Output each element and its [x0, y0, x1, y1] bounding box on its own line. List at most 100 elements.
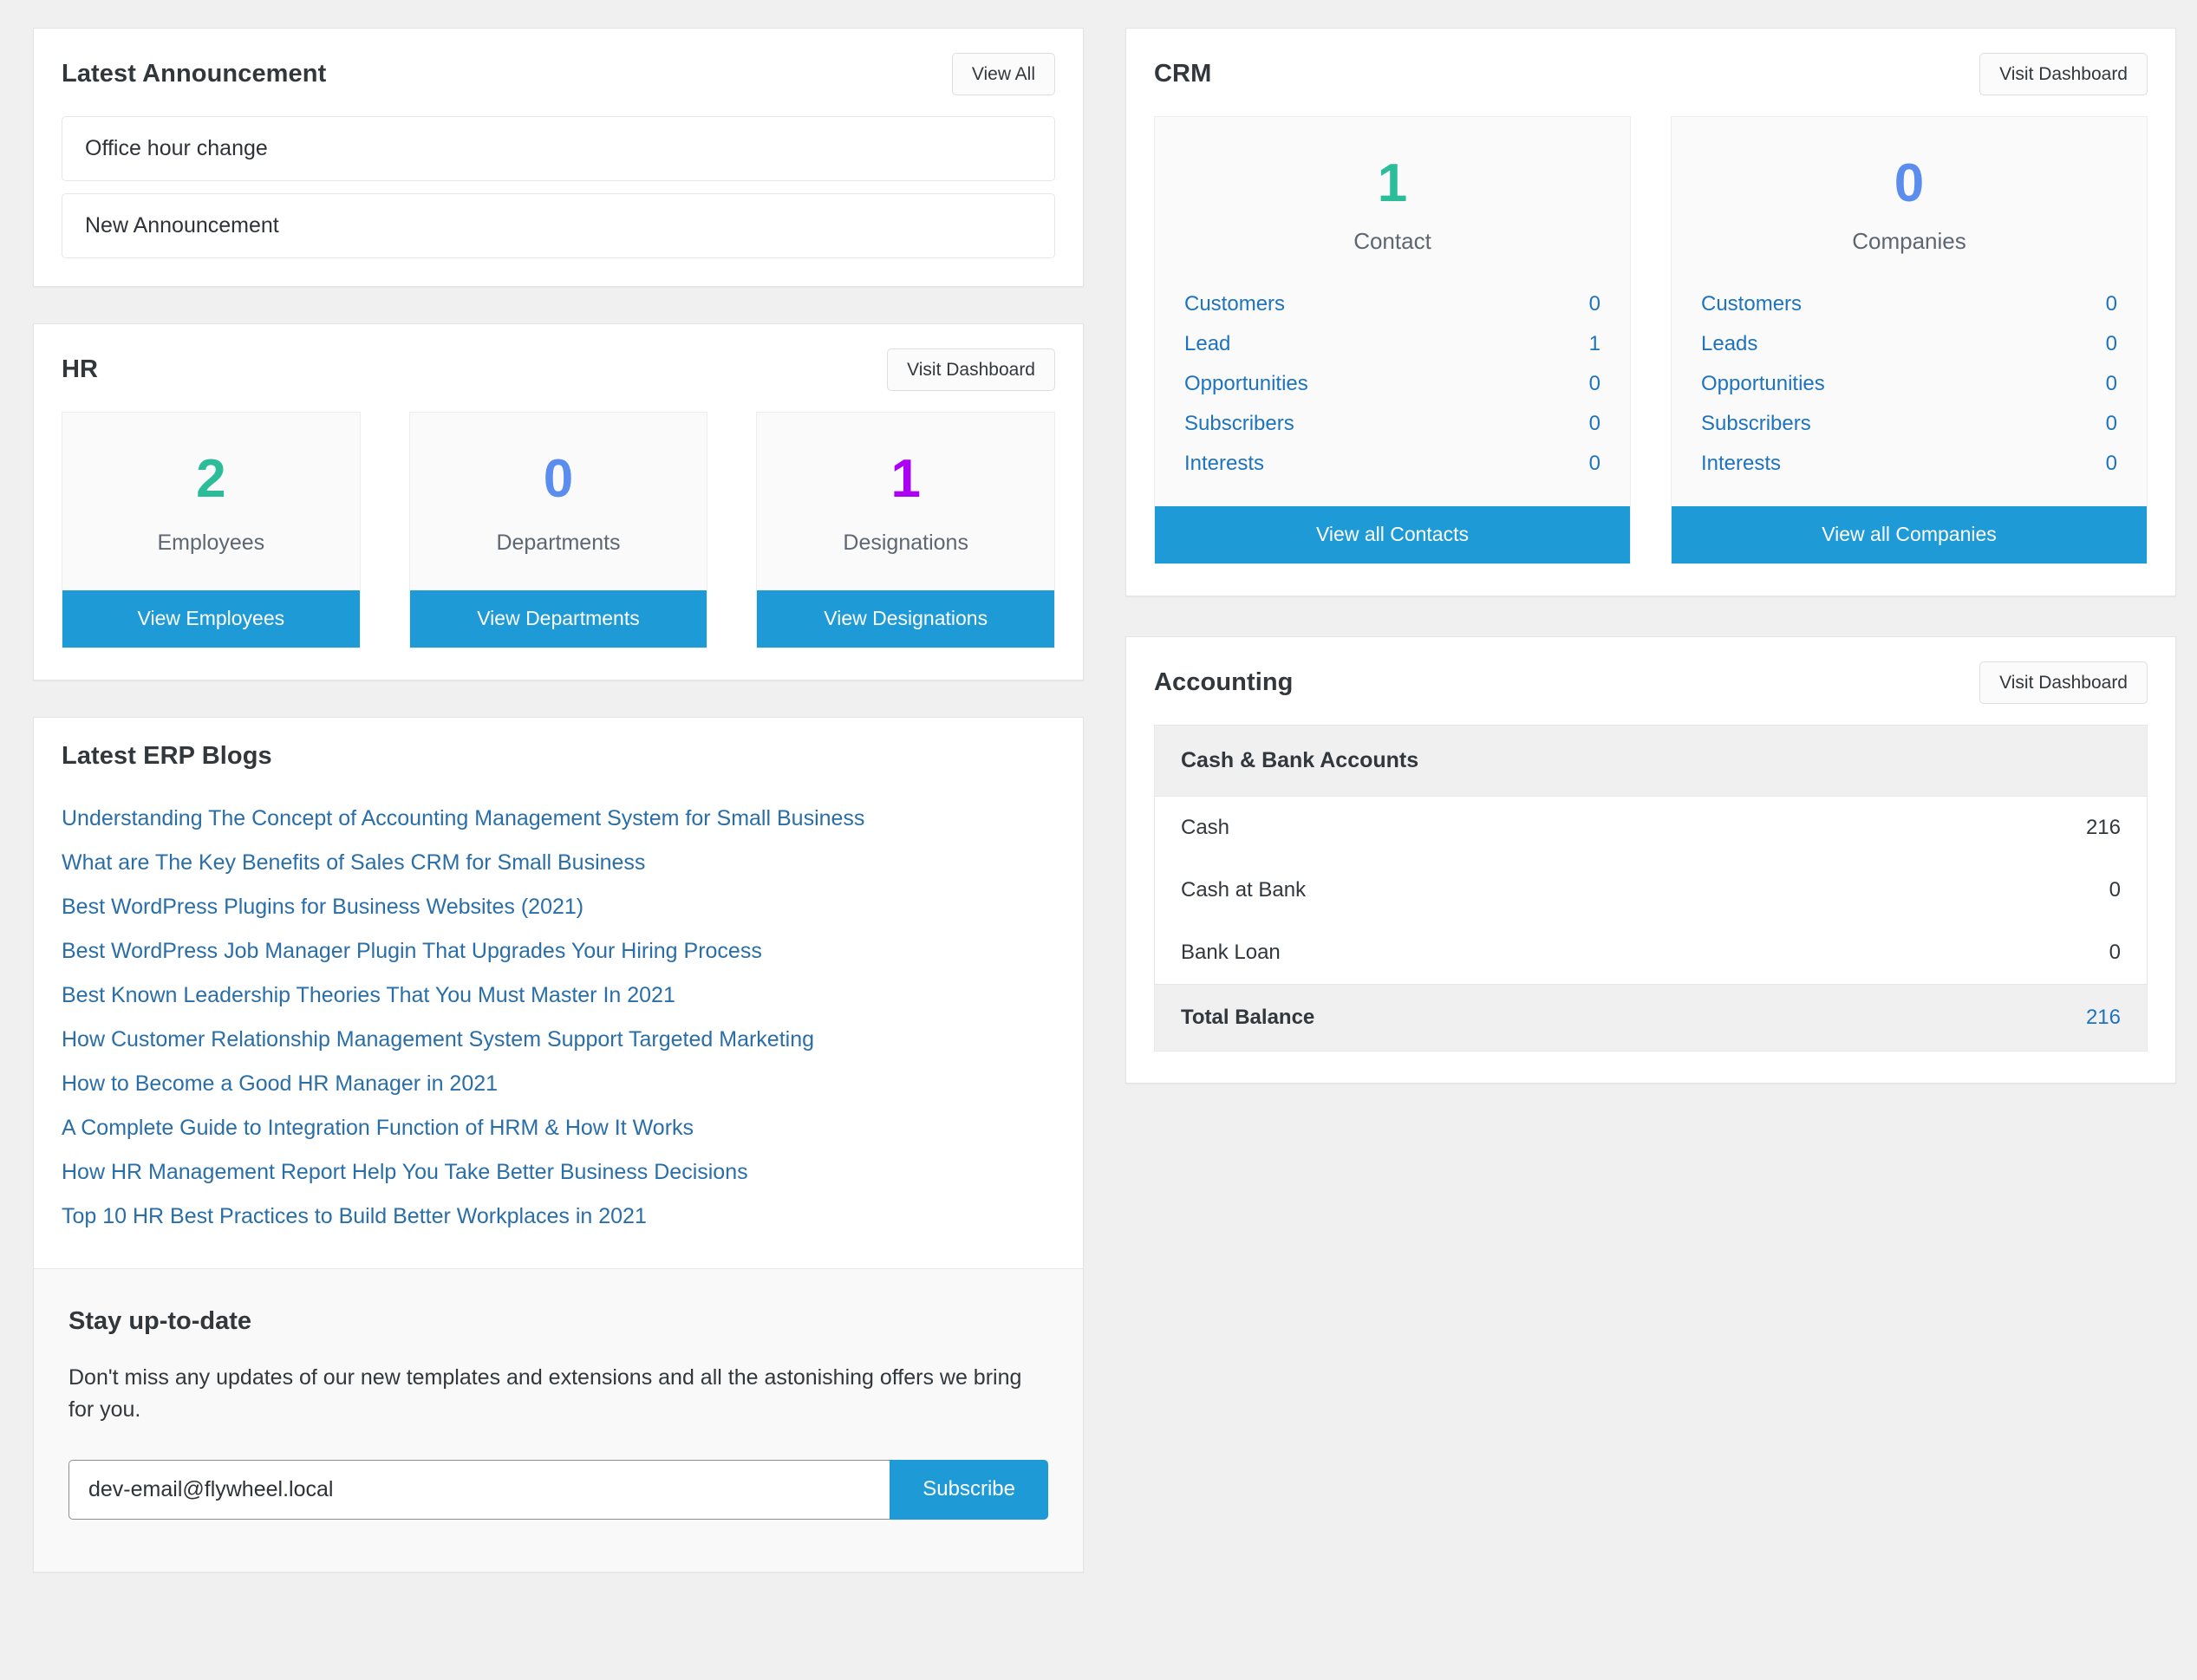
view-all-button[interactable]: View All: [951, 53, 1055, 96]
accounting-body: Cash & Bank Accounts Cash 216 Cash at Ba…: [1126, 724, 2175, 1083]
crm-row-value: 0: [2105, 292, 2117, 316]
table-row[interactable]: Opportunities 0: [1184, 364, 1600, 404]
crm-row-value: 0: [1588, 292, 1600, 316]
table-row[interactable]: Subscribers 0: [1184, 404, 1600, 444]
crm-row-label[interactable]: Interests: [1184, 452, 1264, 476]
view-all-companies-button[interactable]: View all Companies: [1672, 506, 2147, 563]
crm-header: CRM Visit Dashboard: [1126, 29, 2175, 116]
cash-bank-accounts-table: Cash & Bank Accounts Cash 216 Cash at Ba…: [1154, 724, 2148, 1052]
subscribe-button[interactable]: Subscribe: [890, 1459, 1048, 1520]
account-amount: 0: [2109, 940, 2121, 964]
total-balance-label: Total Balance: [1181, 1005, 1315, 1029]
stat-label: Designations: [843, 531, 968, 556]
crm-visit-dashboard-button[interactable]: Visit Dashboard: [1979, 53, 2148, 96]
blog-link[interactable]: Best WordPress Job Manager Plugin That U…: [62, 929, 1055, 973]
crm-count-label: Contact: [1353, 228, 1431, 255]
table-row[interactable]: Leads 0: [1701, 324, 2117, 364]
table-row[interactable]: Interests 0: [1184, 444, 1600, 484]
crm-row-label[interactable]: Subscribers: [1701, 412, 1811, 436]
accounting-header: Accounting Visit Dashboard: [1126, 637, 2175, 725]
blog-link[interactable]: What are The Key Benefits of Sales CRM f…: [62, 841, 1055, 885]
email-field[interactable]: [68, 1459, 890, 1520]
crm-panel: CRM Visit Dashboard 1 Contact Customers …: [1125, 28, 2176, 596]
crm-row-value: 0: [1588, 452, 1600, 476]
view-departments-button[interactable]: View Departments: [409, 590, 707, 648]
crm-row-label[interactable]: Subscribers: [1184, 412, 1294, 436]
page-title-hr: HR: [62, 355, 99, 384]
crm-cards: 1 Contact Customers 0 Lead 1 Opportuniti…: [1126, 116, 2175, 596]
crm-row-label[interactable]: Opportunities: [1701, 372, 1825, 396]
list-item[interactable]: Office hour change: [62, 116, 1055, 182]
latest-erp-blogs-panel: Latest ERP Blogs Understanding The Conce…: [33, 716, 1084, 1573]
stat-card-body: 0 Departments: [410, 413, 707, 590]
crm-row-value: 0: [2105, 452, 2117, 476]
crm-row-value: 0: [1588, 412, 1600, 436]
table-row[interactable]: Subscribers 0: [1701, 404, 2117, 444]
table-row[interactable]: Interests 0: [1701, 444, 2117, 484]
blog-link[interactable]: How HR Management Report Help You Take B…: [62, 1150, 1055, 1195]
accounting-panel: Accounting Visit Dashboard Cash & Bank A…: [1125, 635, 2176, 1084]
left-column: Latest Announcement View All Office hour…: [33, 28, 1084, 1573]
crm-card-summary: 0 Companies: [1672, 117, 2147, 276]
blogs-header: Latest ERP Blogs: [34, 718, 1083, 791]
crm-count: 1: [1377, 153, 1408, 214]
blog-link[interactable]: Best Known Leadership Theories That You …: [62, 973, 1055, 1018]
crm-row-label[interactable]: Customers: [1701, 292, 1802, 316]
page-title-accounting: Accounting: [1154, 667, 1294, 696]
newsletter-form: Subscribe: [68, 1459, 1048, 1520]
blog-link[interactable]: A Complete Guide to Integration Function…: [62, 1106, 1055, 1150]
stat-label: Employees: [157, 531, 265, 556]
blog-link[interactable]: Understanding The Concept of Accounting …: [62, 797, 1055, 841]
table-row[interactable]: Opportunities 0: [1701, 364, 2117, 404]
stat-value: 1: [890, 449, 921, 510]
newsletter-section: Stay up-to-date Don't miss any updates o…: [34, 1267, 1083, 1572]
total-balance-value: 216: [2085, 1005, 2121, 1029]
table-row: Cash 216: [1155, 796, 2147, 859]
stat-card-departments: 0 Departments View Departments: [408, 412, 708, 648]
announcement-list: Office hour change New Announcement: [34, 116, 1083, 286]
stat-card-body: 2 Employees: [62, 413, 360, 590]
blog-link[interactable]: Top 10 HR Best Practices to Build Better…: [62, 1195, 1055, 1239]
crm-row-label[interactable]: Opportunities: [1184, 372, 1308, 396]
list-item[interactable]: New Announcement: [62, 193, 1055, 259]
table-row: Cash at Bank 0: [1155, 858, 2147, 921]
blog-link[interactable]: How to Become a Good HR Manager in 2021: [62, 1062, 1055, 1106]
hr-visit-dashboard-button[interactable]: Visit Dashboard: [887, 348, 1055, 392]
crm-card-contacts: 1 Contact Customers 0 Lead 1 Opportuniti…: [1154, 116, 1631, 564]
crm-breakdown-list: Customers 0 Lead 1 Opportunities 0 Subsc…: [1155, 276, 1630, 506]
blog-link[interactable]: Best WordPress Plugins for Business Webs…: [62, 885, 1055, 929]
blog-list: Understanding The Concept of Accounting …: [34, 791, 1083, 1268]
hr-stat-cards: 2 Employees View Employees 0 Departments…: [34, 412, 1083, 680]
crm-card-summary: 1 Contact: [1155, 117, 1630, 276]
crm-row-label[interactable]: Leads: [1701, 332, 1757, 356]
account-name: Bank Loan: [1181, 940, 1281, 964]
table-row[interactable]: Customers 0: [1701, 284, 2117, 324]
newsletter-description: Don't miss any updates of our new templa…: [68, 1364, 1022, 1423]
crm-row-value: 0: [2105, 372, 2117, 396]
account-amount: 0: [2109, 877, 2121, 902]
table-row[interactable]: Customers 0: [1184, 284, 1600, 324]
accounting-visit-dashboard-button[interactable]: Visit Dashboard: [1979, 661, 2148, 704]
announcement-header: Latest Announcement View All: [34, 29, 1083, 116]
view-employees-button[interactable]: View Employees: [62, 590, 360, 648]
total-balance-row: Total Balance 216: [1155, 983, 2147, 1051]
crm-row-label[interactable]: Interests: [1701, 452, 1781, 476]
crm-card-companies: 0 Companies Customers 0 Leads 0 Opportun…: [1671, 116, 2148, 564]
newsletter-title: Stay up-to-date: [68, 1306, 252, 1335]
table-row[interactable]: Lead 1: [1184, 324, 1600, 364]
crm-row-value: 0: [2105, 412, 2117, 436]
page-title-blogs: Latest ERP Blogs: [62, 741, 272, 770]
stat-card-body: 1 Designations: [757, 413, 1054, 590]
table-header: Cash & Bank Accounts: [1155, 725, 2147, 797]
stat-value: 0: [543, 449, 574, 510]
crm-row-label[interactable]: Customers: [1184, 292, 1285, 316]
blog-link[interactable]: How Customer Relationship Management Sys…: [62, 1018, 1055, 1062]
view-designations-button[interactable]: View Designations: [757, 590, 1055, 648]
account-amount: 216: [2085, 815, 2121, 839]
crm-row-value: 0: [2105, 332, 2117, 356]
crm-row-label[interactable]: Lead: [1184, 332, 1230, 356]
stat-label: Departments: [496, 531, 621, 556]
view-all-contacts-button[interactable]: View all Contacts: [1155, 506, 1630, 563]
right-column: CRM Visit Dashboard 1 Contact Customers …: [1125, 28, 2176, 1084]
stat-value: 2: [196, 449, 226, 510]
